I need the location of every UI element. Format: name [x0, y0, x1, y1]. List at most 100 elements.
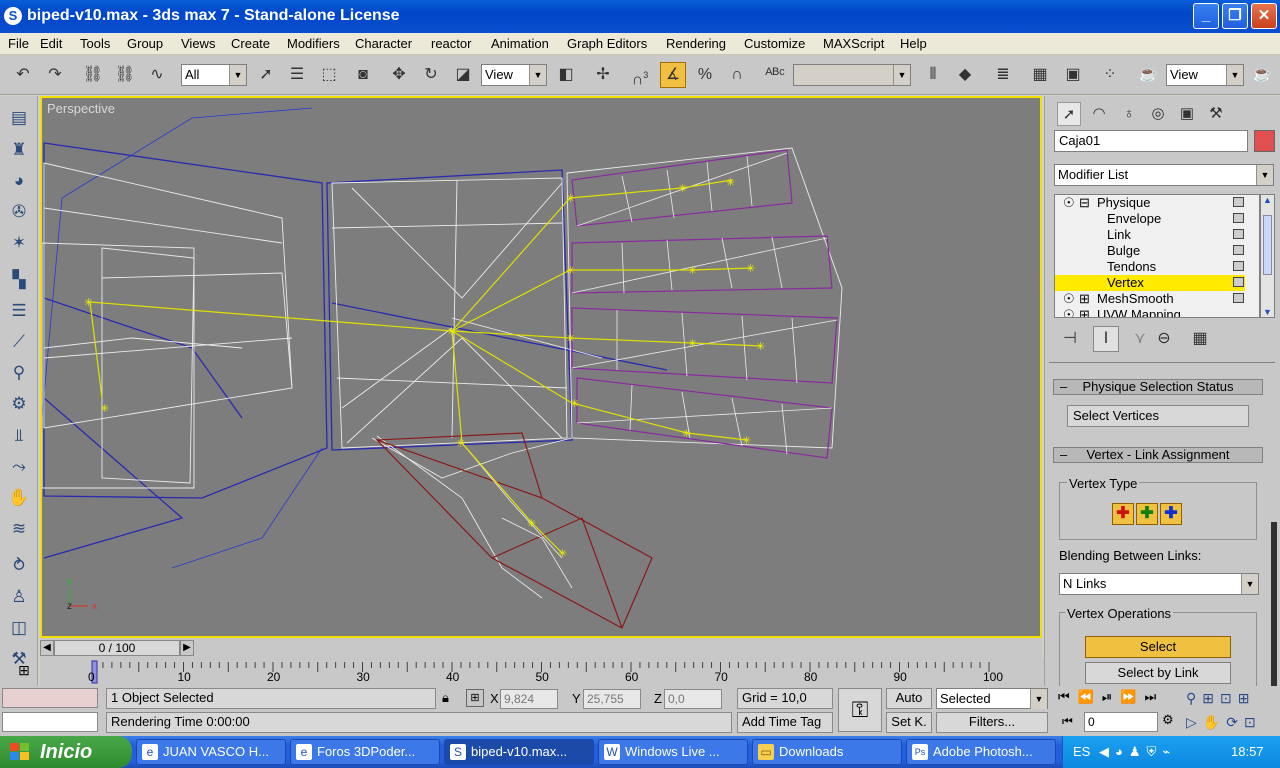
compound-objects-icon[interactable]: ♜ — [7, 138, 31, 162]
stack-item-physique[interactable]: ☉ ⊟ Physique — [1055, 195, 1245, 211]
time-configuration-icon[interactable]: ⚙ — [1162, 712, 1174, 728]
render-scene-icon[interactable]: ☕ — [1135, 62, 1161, 88]
object-color-swatch[interactable] — [1254, 130, 1275, 152]
tray-arrow-icon[interactable]: ◀ — [1099, 744, 1115, 759]
layer-manager-icon[interactable]: ≣ — [990, 62, 1016, 88]
stack-item-vertex[interactable]: Vertex — [1055, 275, 1245, 291]
tray-user-icon[interactable]: ♟ — [1129, 744, 1147, 759]
language-indicator[interactable]: ES — [1073, 736, 1090, 768]
rigid-vertex-button[interactable]: ✚ — [1112, 503, 1134, 525]
previous-key-icon[interactable]: ⏪ — [1078, 689, 1102, 704]
render-type-dropdown[interactable]: View ▼ — [1166, 64, 1244, 86]
edit-named-selection-icon[interactable]: ᴬᴮᶜ — [762, 62, 788, 88]
stack-item-bulge[interactable]: Bulge — [1055, 243, 1245, 259]
rigid-body-icon[interactable]: ◫ — [7, 616, 31, 640]
task-3ds-max[interactable]: Sbiped-v10.max... — [444, 739, 594, 765]
zoom-extents-all-icon[interactable]: ⊞ — [1238, 690, 1256, 706]
add-time-tag-button[interactable]: Add Time Tag — [737, 712, 833, 733]
material-editor-icon[interactable]: ⁘ — [1097, 62, 1123, 88]
align-icon[interactable]: ◆ — [952, 62, 978, 88]
root-vertex-button[interactable]: ✚ — [1160, 503, 1182, 525]
mirror-icon[interactable]: ⫴ — [920, 62, 946, 88]
scroll-up-icon[interactable]: ▲ — [1261, 195, 1274, 205]
toggle-box[interactable] — [1233, 245, 1244, 255]
menu-graph-editors[interactable]: Graph Editors — [567, 36, 647, 51]
tray-network-icon[interactable]: ◕ — [1115, 744, 1129, 759]
make-unique-icon[interactable]: ⋎ — [1127, 326, 1153, 352]
menu-group[interactable]: Group — [127, 36, 163, 51]
expand-icon[interactable]: ⊞ — [1079, 307, 1090, 317]
task-juan-vasco[interactable]: e JUAN VASCO H... — [136, 739, 286, 765]
perspective-viewport[interactable]: Perspective ✳ ✳ ✳ ✳ ✳ ✳ ✳ ✳ ✳ ✳ ✳ ✳ ✳ ✳ … — [40, 96, 1042, 638]
menu-character[interactable]: Character — [355, 36, 412, 51]
redo-icon[interactable]: ↷ — [42, 62, 68, 88]
collapse-icon[interactable]: ⊟ — [1079, 195, 1090, 211]
menu-rendering[interactable]: Rendering — [666, 36, 726, 51]
tray-security-icon[interactable]: ⛨ — [1147, 744, 1163, 759]
utilities-tab-icon[interactable]: ⚒ — [1204, 102, 1228, 126]
spinner-snap-icon[interactable]: ∩ — [724, 62, 750, 88]
named-selection-dropdown[interactable]: ▼ — [793, 64, 911, 86]
show-end-result-icon[interactable]: Ⅰ — [1093, 326, 1119, 352]
go-to-start-icon[interactable]: ⏮ — [1058, 689, 1078, 704]
maxscript-listener-mini[interactable] — [2, 688, 98, 708]
light-bulb-icon[interactable]: ☉ — [1063, 307, 1075, 317]
menu-views[interactable]: Views — [181, 36, 215, 51]
window-crossing-icon[interactable]: ◙ — [350, 62, 376, 88]
remove-modifier-icon[interactable]: ⊖ — [1151, 326, 1177, 352]
zoom-icon[interactable]: ⚲ — [1186, 690, 1202, 706]
menu-file[interactable]: File — [8, 36, 29, 51]
close-button[interactable]: ✕ — [1251, 3, 1277, 29]
pan-icon[interactable]: ✋ — [1203, 714, 1226, 730]
key-filters-button[interactable]: Filters... — [936, 712, 1048, 733]
time-slider-thumb[interactable]: 0 / 100 — [54, 640, 180, 656]
lights-icon[interactable]: ☰ — [7, 299, 31, 323]
rectangular-selection-icon[interactable]: ⬚ — [316, 62, 342, 88]
set-key-icon[interactable]: ⚿ — [838, 688, 882, 732]
settings-icon[interactable]: ⚙ — [7, 392, 31, 416]
stack-item-tendons[interactable]: Tendons — [1055, 259, 1245, 275]
previous-frame-icon[interactable]: ◀ — [40, 640, 54, 656]
helpers-icon[interactable]: ⟋ — [7, 330, 31, 354]
menu-maxscript[interactable]: MAXScript — [823, 36, 884, 51]
track-bar[interactable]: ⊞ 0 10 20 30 40 50 60 70 80 90 100 — [18, 658, 1044, 686]
paint-icon[interactable]: ⚲ — [7, 361, 31, 385]
y-coordinate-field[interactable]: 25,755 — [583, 689, 641, 709]
bones-icon[interactable]: ⫫ — [7, 424, 31, 448]
select-manipulate-icon[interactable]: ✢ — [590, 62, 616, 88]
zoom-all-icon[interactable]: ⊞ — [1202, 690, 1220, 706]
next-key-icon[interactable]: ⏩ — [1120, 689, 1144, 704]
wave-icon[interactable]: ≋ — [7, 517, 31, 541]
percent-snap-icon[interactable]: % — [692, 62, 718, 88]
toggle-box[interactable] — [1233, 277, 1244, 287]
angle-snap-icon[interactable]: ∡ — [660, 62, 686, 88]
play-icon[interactable]: ⏯ — [1102, 689, 1120, 704]
deformable-vertex-button[interactable]: ✚ — [1136, 503, 1158, 525]
field-of-view-icon[interactable]: ▷ — [1186, 714, 1203, 730]
minimize-button[interactable]: _ — [1193, 3, 1219, 29]
sphere-icon[interactable]: ◕ — [7, 169, 31, 193]
task-downloads[interactable]: ▭ Downloads — [752, 739, 902, 765]
schematic-view-icon[interactable]: ▣ — [1060, 62, 1086, 88]
scroll-down-icon[interactable]: ▼ — [1261, 307, 1274, 317]
stack-scrollbar[interactable]: ▲ ▼ — [1260, 194, 1275, 318]
curve-editor-icon[interactable]: ▦ — [1027, 62, 1053, 88]
configure-modifier-sets-icon[interactable]: ▦ — [1187, 326, 1213, 352]
stack-item-envelope[interactable]: Envelope — [1055, 211, 1245, 227]
stack-item-uvw-mapping[interactable]: ☉ ⊞ UVW Mapping — [1055, 307, 1245, 317]
blending-dropdown[interactable]: N Links ▼ — [1059, 573, 1259, 595]
rotate-icon[interactable]: ↻ — [418, 62, 444, 88]
maximize-viewport-icon[interactable]: ⊡ — [1244, 714, 1262, 730]
cameras-icon[interactable]: ✇ — [7, 200, 31, 224]
quick-render-icon[interactable]: ☕ — [1249, 62, 1275, 88]
auto-key-button[interactable]: Auto — [886, 688, 932, 709]
expand-icon[interactable]: ⊞ — [1079, 291, 1090, 307]
modify-tab-icon[interactable]: ◠ — [1087, 102, 1111, 126]
reference-coordinate-dropdown[interactable]: View ▼ — [481, 64, 547, 86]
select-by-link-button[interactable]: Select by Link — [1085, 662, 1231, 684]
select-button[interactable]: Select — [1085, 636, 1231, 658]
scrollbar-thumb[interactable] — [1263, 215, 1272, 275]
menu-help[interactable]: Help — [900, 36, 927, 51]
menu-edit[interactable]: Edit — [40, 36, 62, 51]
toggle-box[interactable] — [1233, 197, 1244, 207]
